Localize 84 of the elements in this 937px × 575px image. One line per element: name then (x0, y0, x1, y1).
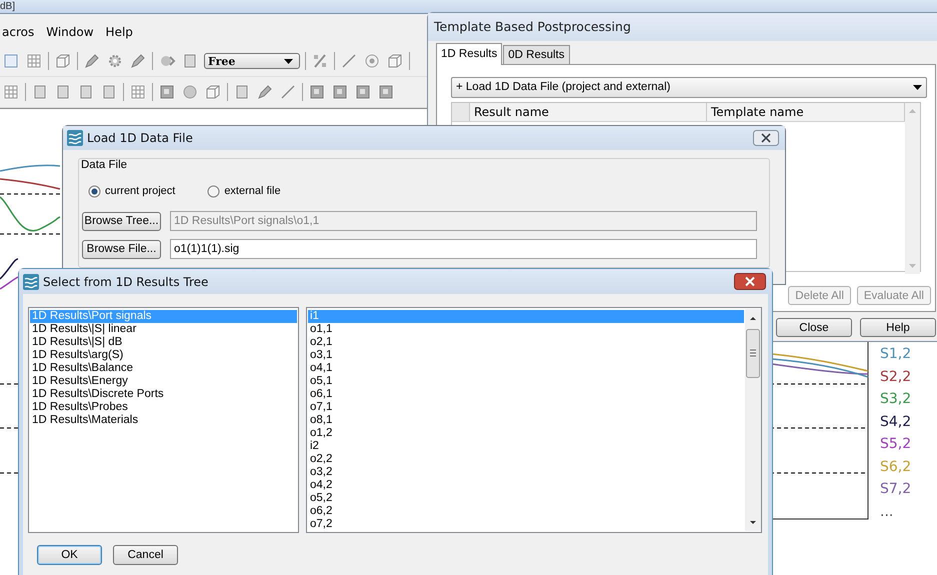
pencil-icon[interactable] (256, 83, 274, 101)
grid-icon[interactable] (129, 83, 147, 101)
mode-dropdown[interactable]: Free (204, 53, 300, 69)
list-item[interactable]: 1D Results\Balance (30, 362, 297, 375)
list-item[interactable]: o6,1 (308, 388, 744, 401)
app-icon (67, 130, 83, 146)
button[interactable]: Browse File... (82, 240, 161, 258)
tile-icon[interactable] (377, 83, 395, 101)
list-item[interactable]: o8,1 (308, 414, 744, 427)
list-item[interactable]: o7,2 (308, 518, 744, 531)
target-icon[interactable] (363, 52, 381, 70)
cube-icon[interactable] (386, 52, 404, 70)
grid-icon[interactable] (2, 83, 20, 101)
tab[interactable]: 1D Results (436, 43, 502, 65)
list-item[interactable]: o7,1 (308, 401, 744, 414)
legend-label: S3,2 (880, 390, 912, 408)
list-item[interactable]: o4,1 (308, 362, 744, 375)
list-item[interactable]: 1D Results\Probes (30, 401, 297, 414)
grid-icon[interactable] (25, 52, 43, 70)
list-item[interactable]: o5,1 (308, 375, 744, 388)
list-item[interactable]: 1D Results\|S| linear (30, 323, 297, 336)
window-title: Select from 1D Results Tree (43, 274, 208, 288)
list-item[interactable]: 1D Results\Energy (30, 375, 297, 388)
gear-icon[interactable] (106, 52, 124, 70)
radio-label[interactable]: external file (224, 185, 281, 197)
list-item[interactable]: 1D Results\Discrete Ports (30, 388, 297, 401)
menu-item[interactable]: Window (44, 25, 96, 39)
button[interactable]: Cancel (113, 545, 178, 565)
list-item[interactable]: 1D Results\|S| dB (30, 336, 297, 349)
radio-label[interactable]: current project (105, 185, 176, 197)
scrollbar[interactable] (905, 102, 920, 274)
tab[interactable]: 0D Results (503, 45, 570, 64)
list-item[interactable]: o5,2 (308, 492, 744, 505)
legend-label: S5,2 (880, 435, 912, 454)
list-item[interactable]: o1,2 (308, 427, 744, 440)
action-dropdown[interactable]: + Load 1D Data File (project and external) (451, 77, 927, 98)
scrollbar[interactable] (745, 309, 761, 531)
input-field[interactable]: o1(1)1(1).sig (170, 239, 757, 259)
group-label: Data File (81, 159, 128, 171)
button[interactable]: OK (37, 545, 102, 565)
button[interactable]: Help (860, 318, 936, 337)
circle-icon[interactable] (181, 83, 199, 101)
legend-label: S1,2 (880, 345, 912, 364)
list-item[interactable]: o3,1 (308, 349, 744, 362)
list-item[interactable]: o4,2 (308, 479, 744, 492)
list-item[interactable]: o2,2 (308, 453, 744, 466)
menu-item[interactable]: Help (104, 25, 135, 39)
close-button[interactable] (734, 273, 766, 290)
tile-icon[interactable] (308, 83, 326, 101)
line-icon[interactable] (279, 83, 297, 101)
line-icon[interactable] (340, 52, 358, 70)
close-button[interactable] (753, 130, 779, 146)
tile-icon[interactable] (331, 83, 349, 101)
legend-label: S7,2 (880, 480, 912, 498)
window-title: Template Based Postprocessing (428, 13, 937, 41)
caret-icon[interactable] (284, 58, 293, 64)
list-item[interactable]: i2 (308, 440, 744, 453)
pencil-icon[interactable] (129, 52, 147, 70)
radio-button[interactable] (207, 184, 220, 198)
list-item[interactable]: 1D Results\Materials (30, 414, 297, 427)
legend-label: ... (880, 502, 894, 521)
list-item[interactable]: o1,1 (308, 323, 744, 336)
cube-icon[interactable] (204, 83, 222, 101)
tile-icon[interactable] (354, 83, 372, 101)
tile-icon[interactable] (158, 83, 176, 101)
pencil-icon[interactable] (83, 52, 101, 70)
legend-label: S6,2 (880, 458, 912, 476)
button[interactable]: Close (776, 318, 852, 337)
list-item[interactable]: 1D Results\arg(S) (30, 349, 297, 362)
list-item[interactable]: o2,1 (308, 336, 744, 349)
app-icon (23, 274, 39, 290)
square-icon[interactable] (2, 52, 20, 70)
window-title: Load 1D Data File (87, 131, 193, 145)
window-title: dB] (0, 2, 16, 12)
list-item[interactable]: o6,2 (308, 505, 744, 518)
cube-icon[interactable] (54, 52, 72, 70)
legend-label: S4,2 (880, 412, 912, 431)
legend-label: S2,2 (880, 368, 912, 386)
list-item[interactable]: o3,2 (308, 466, 744, 479)
radio-button[interactable] (88, 184, 101, 198)
caret-icon[interactable] (913, 84, 922, 90)
menu-item[interactable]: acros (0, 25, 36, 39)
column-header[interactable]: Result name (470, 102, 707, 121)
percent-icon[interactable] (311, 52, 329, 70)
